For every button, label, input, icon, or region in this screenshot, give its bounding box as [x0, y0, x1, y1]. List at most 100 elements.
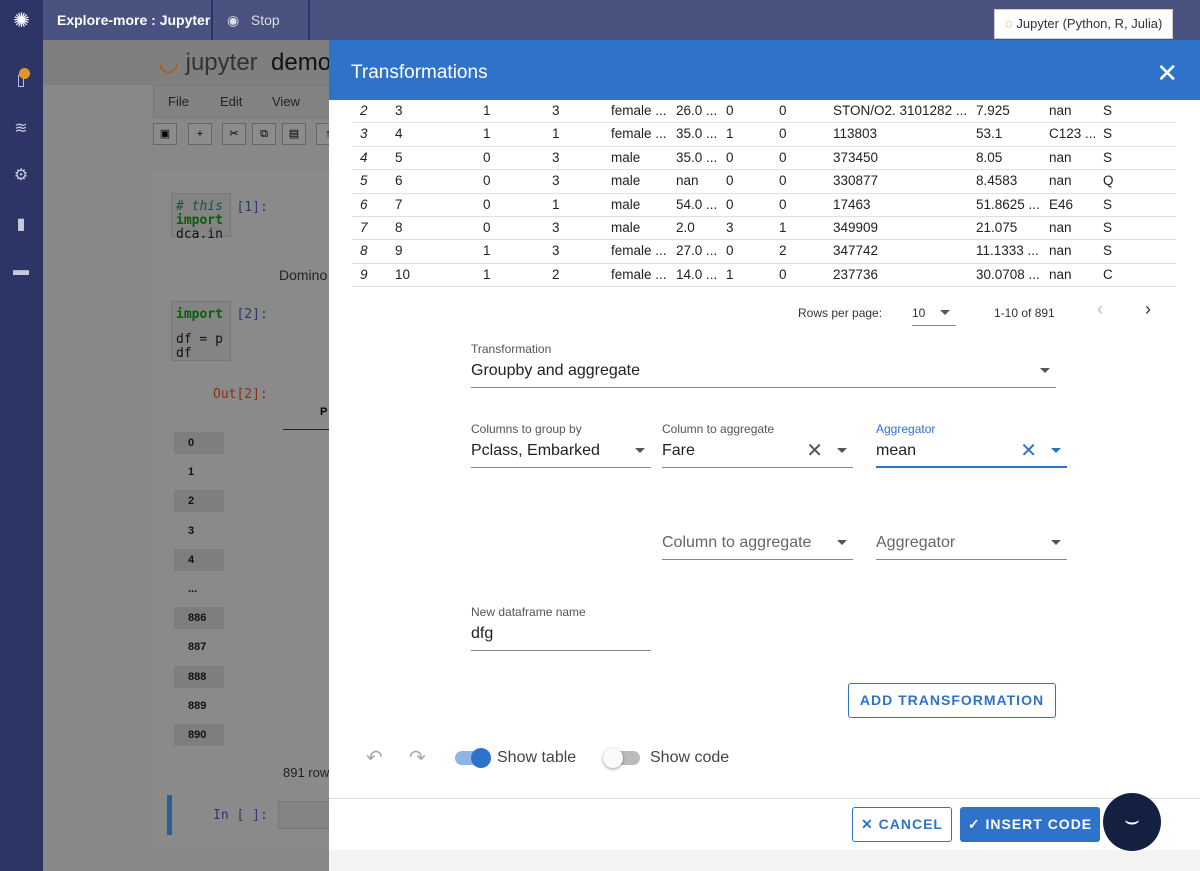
df-row-index: 2	[174, 490, 224, 513]
table-cell: 30.0708 ...	[976, 266, 1040, 282]
next-page-icon[interactable]: ›	[1145, 299, 1151, 320]
table-cell: 0	[779, 126, 787, 142]
table-row: 4 5 0 3 male 35.0 ... 0 0 373450 8.05 nan S	[352, 147, 1176, 171]
chevron-down-icon	[1040, 368, 1050, 373]
table-cell: 1	[483, 126, 491, 142]
table-cell: 2.0	[676, 219, 695, 235]
cancel-button[interactable]: ✕ CANCEL	[852, 807, 952, 842]
table-cell: 7	[395, 196, 403, 212]
aggregator-select[interactable]: Aggregator mean ✕	[876, 422, 1067, 468]
table-cell: 6	[360, 196, 368, 212]
table-row: 2 3 1 3 female ... 26.0 ... 0 0 STON/O2. 3101282…	[352, 100, 1176, 124]
show-table-toggle[interactable]	[455, 748, 491, 768]
table-cell: nan	[1049, 243, 1072, 259]
table-cell: nan	[1049, 219, 1072, 235]
rows-per-page-label: Rows per page:	[798, 306, 883, 320]
show-table-label: Show table	[497, 749, 577, 766]
table-cell: male	[611, 219, 641, 235]
table-cell: 11.1333 ...	[976, 243, 1039, 259]
paste-icon[interactable]: ▤	[282, 123, 306, 145]
menu-file[interactable]: File	[168, 94, 189, 109]
out-prompt: Out[2]:	[213, 387, 268, 402]
table-cell: 3	[395, 103, 403, 118]
table-cell: 0	[779, 196, 787, 212]
panel-icon[interactable]: ▬	[11, 262, 31, 282]
table-cell: 0	[726, 149, 734, 165]
insert-code-button[interactable]: ✓ INSERT CODE	[960, 807, 1100, 842]
table-cell: nan	[676, 173, 699, 189]
transformation-select[interactable]: Transformation Groupby and aggregate	[471, 342, 1056, 388]
check-icon: ✓	[967, 816, 981, 832]
menu-edit[interactable]: Edit	[220, 94, 242, 109]
stop-label: Stop	[250, 12, 280, 28]
jupyter-logo: ◡ jupyter demo	[158, 49, 332, 76]
table-row: 6 7 0 1 male 54.0 ... 0 0 17463 51.8625 ... E46 S	[352, 194, 1176, 217]
kernel-tab[interactable]: ◌ Jupyter (Python, R, Julia)	[994, 9, 1174, 39]
table-cell: 330877	[833, 173, 879, 189]
show-code-label: Show code	[650, 749, 730, 766]
add-cell-icon[interactable]: +	[188, 123, 212, 145]
show-code-toggle[interactable]	[603, 748, 640, 768]
table-cell: 27.0 ...	[676, 243, 718, 259]
table-cell: 6	[395, 173, 403, 189]
table-cell: nan	[1049, 173, 1072, 189]
aggregator-select-2[interactable]: Aggregator	[876, 534, 1067, 560]
jupyter-icon: ◌	[1005, 16, 1013, 31]
table-cell: 7	[360, 219, 368, 235]
menu-view[interactable]: View	[272, 94, 300, 109]
top-bar: ✺ Explore-more : Jupyter ◉ Stop ◌ Jupyte…	[0, 0, 1200, 40]
df-row-index: 889	[188, 699, 207, 712]
stop-button[interactable]: ◉ Stop	[215, 0, 310, 40]
clear-icon[interactable]: ✕	[1020, 438, 1037, 463]
chart-icon[interactable]: ▮	[11, 214, 31, 234]
table-cell: nan	[1049, 266, 1072, 282]
chat-support-button[interactable]: ⌣	[1103, 793, 1161, 851]
rows-count: 891 row	[283, 765, 330, 780]
table-cell: male	[611, 173, 641, 189]
table-cell: 1	[726, 126, 734, 142]
database-icon[interactable]: ≋	[11, 118, 31, 138]
table-cell: 1	[552, 126, 560, 142]
stop-icon: ◉	[227, 12, 240, 28]
table-cell: 113803	[833, 126, 878, 142]
column-to-aggregate-select-2[interactable]: Column to aggregate	[662, 534, 853, 560]
prev-page-icon[interactable]: ‹	[1097, 299, 1103, 320]
code-cell[interactable]: # this import dca.in	[171, 193, 231, 242]
gear-icon[interactable]: ⚙	[11, 165, 31, 185]
table-cell: S	[1103, 243, 1113, 259]
column-to-aggregate-select[interactable]: Column to aggregate Fare ✕	[662, 422, 853, 468]
undo-icon[interactable]: ↶	[366, 745, 383, 770]
group-by-select[interactable]: Columns to group by Pclass, Embarked	[471, 422, 651, 468]
chevron-down-icon	[1051, 448, 1061, 453]
save-icon[interactable]: ▣	[153, 123, 177, 145]
add-transformation-button[interactable]: ADD TRANSFORMATION	[848, 683, 1056, 718]
table-cell: 26.0 ...	[676, 103, 718, 118]
table-cell: 0	[779, 266, 787, 282]
clear-icon[interactable]: ✕	[806, 438, 823, 463]
close-icon[interactable]: ✕	[1156, 40, 1178, 106]
copy-icon[interactable]: ⧉	[252, 123, 276, 145]
cut-icon[interactable]: ✂	[222, 123, 246, 145]
code-cell[interactable]: import df = p df	[171, 301, 231, 361]
domino-logo-icon[interactable]: ✺	[0, 0, 43, 40]
df-row-index: 4	[174, 548, 224, 571]
notebook-background: ◡ jupyter demo File Edit View ▣ + ✂ ⧉ ▤ ↑ In …	[43, 40, 342, 871]
table-cell: 9	[395, 243, 403, 259]
df-row-index: 886	[174, 607, 224, 630]
table-cell: 8.4583	[976, 173, 1018, 189]
redo-icon[interactable]: ↷	[409, 745, 426, 770]
df-row-index: 887	[188, 641, 207, 654]
table-cell: 17463	[833, 196, 871, 212]
table-cell: 3	[552, 103, 560, 118]
table-cell: 2	[552, 266, 560, 282]
table-pagination: Rows per page: 10 1-10 of 891 ‹ ›	[352, 284, 1176, 339]
dataframe-name-input[interactable]: New dataframe name dfg	[471, 605, 651, 651]
table-cell: 4	[395, 126, 403, 142]
table-cell: 1	[552, 196, 560, 212]
chevron-down-icon	[635, 448, 645, 453]
table-cell: 3	[360, 126, 368, 142]
rows-per-page-select[interactable]: 10	[912, 302, 956, 326]
table-cell: 2	[360, 103, 368, 118]
table-cell: 1	[726, 266, 734, 282]
table-cell: 9	[360, 266, 368, 282]
